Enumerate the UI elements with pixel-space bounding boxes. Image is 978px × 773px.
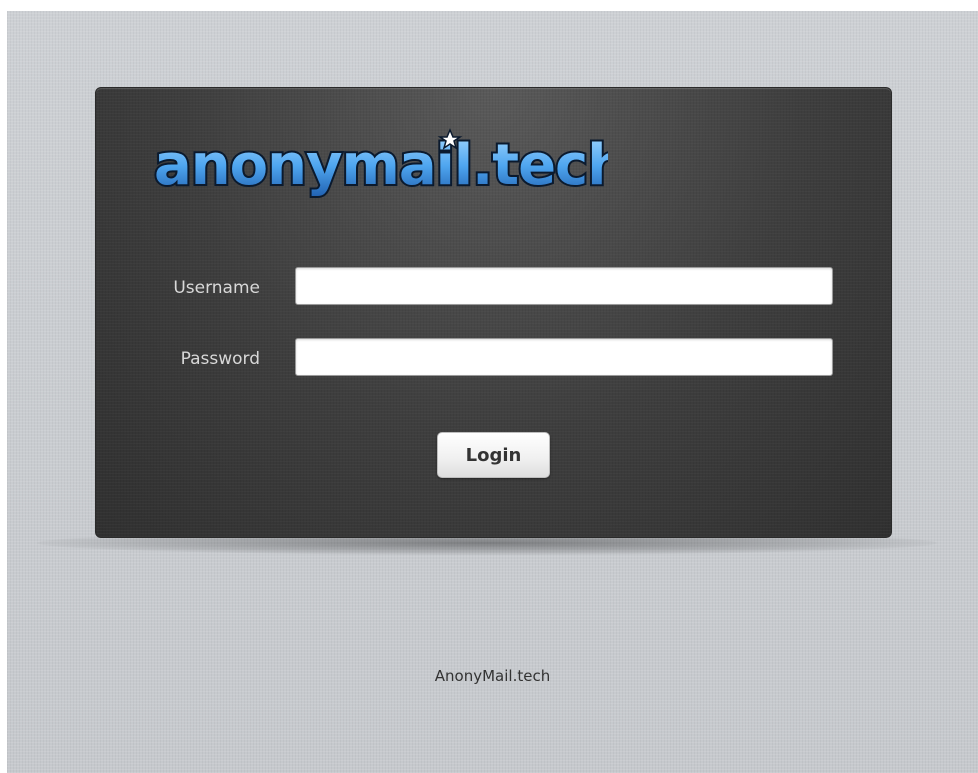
password-field[interactable] — [295, 338, 833, 376]
footer-text: AnonyMail.tech — [434, 667, 551, 685]
username-field[interactable] — [295, 267, 833, 305]
page-background: anonymail.tech Username Password Login A… — [7, 11, 978, 773]
anonymail-logo: anonymail.tech — [152, 128, 608, 200]
login-panel: anonymail.tech Username Password Login — [95, 87, 892, 538]
logo-text: anonymail.tech — [154, 133, 608, 198]
username-label: Username — [173, 278, 260, 298]
password-label: Password — [180, 349, 260, 369]
login-button[interactable]: Login — [437, 432, 550, 478]
